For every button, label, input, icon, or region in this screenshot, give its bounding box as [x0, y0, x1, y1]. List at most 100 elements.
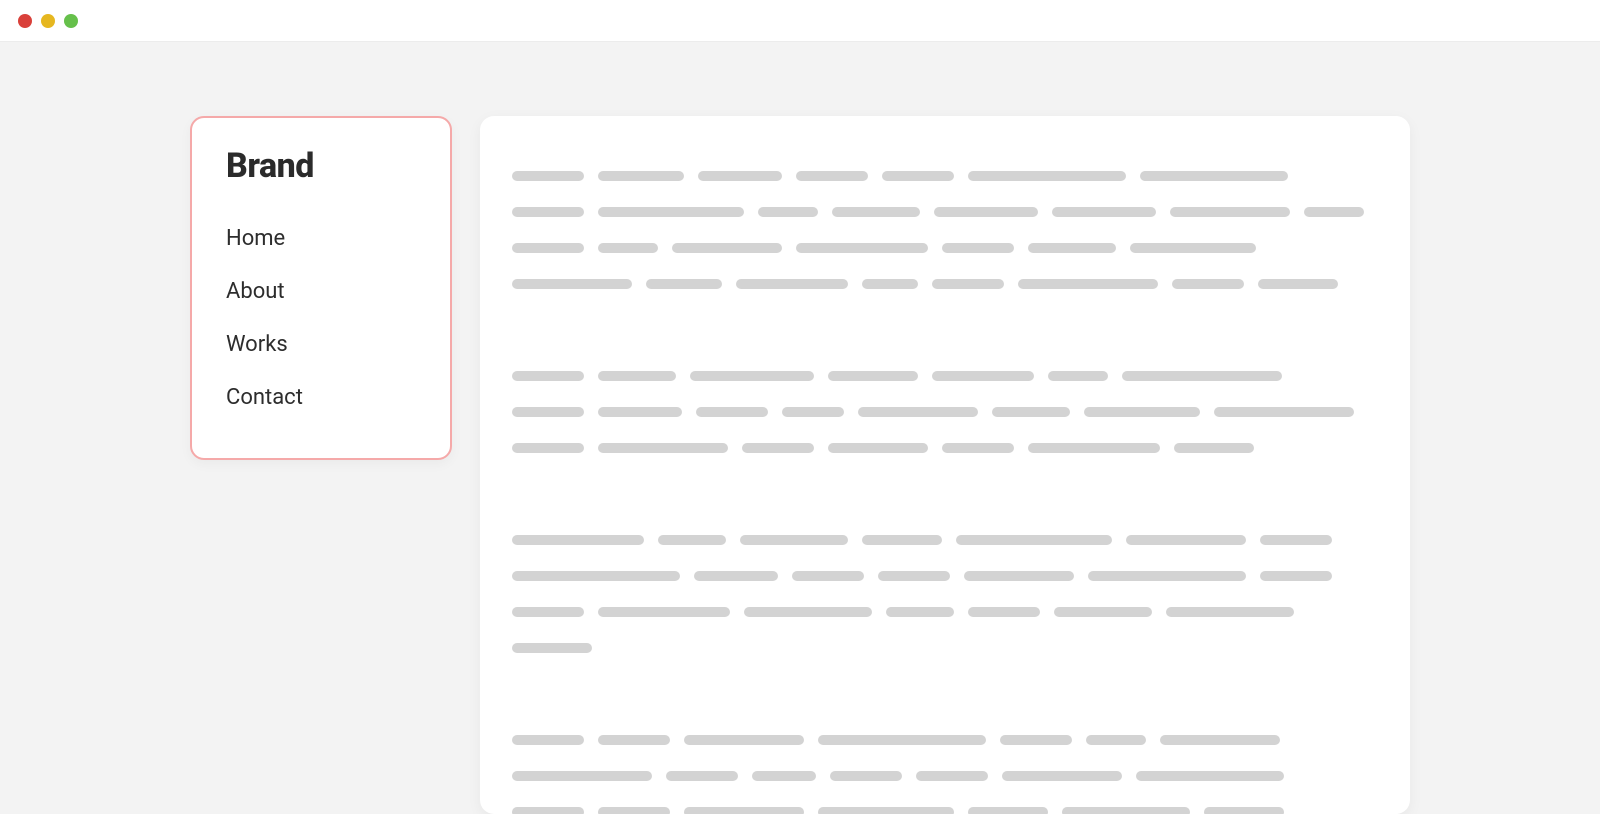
skeleton-word [696, 407, 768, 417]
skeleton-word [964, 571, 1074, 581]
skeleton-word [1204, 807, 1284, 814]
skeleton-paragraph [512, 358, 1378, 466]
skeleton-word [512, 807, 584, 814]
skeleton-word [1084, 407, 1200, 417]
skeleton-word [1260, 535, 1332, 545]
skeleton-word [878, 571, 950, 581]
skeleton-word [1048, 371, 1108, 381]
skeleton-word [512, 571, 680, 581]
skeleton-paragraph [512, 722, 1378, 814]
brand-logo: Brand [226, 146, 416, 186]
skeleton-word [1054, 607, 1152, 617]
skeleton-word [1160, 735, 1280, 745]
skeleton-word [646, 279, 722, 289]
skeleton-word [598, 171, 684, 181]
skeleton-word [598, 207, 744, 217]
skeleton-word [684, 807, 804, 814]
skeleton-word [1172, 279, 1244, 289]
skeleton-word [512, 171, 584, 181]
skeleton-paragraph [512, 158, 1378, 302]
skeleton-word [828, 443, 928, 453]
skeleton-word [1062, 807, 1190, 814]
skeleton-word [512, 407, 584, 417]
skeleton-word [752, 771, 816, 781]
skeleton-word [1136, 771, 1284, 781]
skeleton-word [512, 371, 584, 381]
skeleton-word [1140, 171, 1288, 181]
skeleton-word [782, 407, 844, 417]
skeleton-word [886, 607, 954, 617]
skeleton-word [792, 571, 864, 581]
skeleton-word [1000, 735, 1072, 745]
skeleton-word [1086, 735, 1146, 745]
skeleton-word [690, 371, 814, 381]
skeleton-word [916, 771, 988, 781]
nav-list: Home About Works Contact [226, 212, 416, 424]
skeleton-word [882, 171, 954, 181]
fullscreen-icon[interactable] [64, 14, 78, 28]
skeleton-word [1214, 407, 1354, 417]
minimize-icon[interactable] [41, 14, 55, 28]
skeleton-word [1052, 207, 1156, 217]
skeleton-word [1166, 607, 1294, 617]
skeleton-word [598, 407, 682, 417]
skeleton-word [512, 607, 584, 617]
skeleton-word [598, 243, 658, 253]
main-content [480, 116, 1410, 814]
skeleton-word [1258, 279, 1338, 289]
skeleton-word [598, 443, 728, 453]
skeleton-word [598, 807, 670, 814]
skeleton-word [968, 807, 1048, 814]
skeleton-word [740, 535, 848, 545]
skeleton-word [1304, 207, 1364, 217]
skeleton-word [1126, 535, 1246, 545]
skeleton-word [1028, 243, 1116, 253]
close-icon[interactable] [18, 14, 32, 28]
skeleton-word [796, 243, 928, 253]
skeleton-word [1130, 243, 1256, 253]
sidebar-nav: Brand Home About Works Contact [190, 116, 452, 460]
skeleton-word [862, 279, 918, 289]
window-title-bar [0, 0, 1600, 42]
skeleton-paragraph [512, 522, 1378, 666]
skeleton-word [658, 535, 726, 545]
skeleton-word [830, 771, 902, 781]
skeleton-word [818, 807, 954, 814]
skeleton-word [512, 443, 584, 453]
nav-item-about[interactable]: About [226, 265, 416, 318]
skeleton-word [832, 207, 920, 217]
nav-item-home[interactable]: Home [226, 212, 416, 265]
skeleton-word [934, 207, 1038, 217]
skeleton-word [742, 443, 814, 453]
nav-item-contact[interactable]: Contact [226, 371, 416, 424]
skeleton-word [598, 371, 676, 381]
skeleton-word [828, 371, 918, 381]
skeleton-word [818, 735, 986, 745]
skeleton-word [512, 279, 632, 289]
skeleton-word [598, 607, 730, 617]
skeleton-word [862, 535, 942, 545]
skeleton-word [942, 443, 1014, 453]
skeleton-word [968, 607, 1040, 617]
skeleton-word [1018, 279, 1158, 289]
skeleton-word [956, 535, 1112, 545]
skeleton-word [698, 171, 782, 181]
skeleton-word [598, 735, 670, 745]
skeleton-word [858, 407, 978, 417]
skeleton-word [968, 171, 1126, 181]
skeleton-word [1170, 207, 1290, 217]
skeleton-word [684, 735, 804, 745]
skeleton-word [512, 643, 592, 653]
skeleton-word [512, 771, 652, 781]
skeleton-word [736, 279, 848, 289]
skeleton-word [666, 771, 738, 781]
nav-item-works[interactable]: Works [226, 318, 416, 371]
skeleton-word [512, 207, 584, 217]
page-viewport: Brand Home About Works Contact [0, 42, 1600, 814]
skeleton-word [1260, 571, 1332, 581]
skeleton-word [512, 243, 584, 253]
skeleton-word [672, 243, 782, 253]
skeleton-word [932, 371, 1034, 381]
skeleton-word [758, 207, 818, 217]
skeleton-word [1122, 371, 1282, 381]
